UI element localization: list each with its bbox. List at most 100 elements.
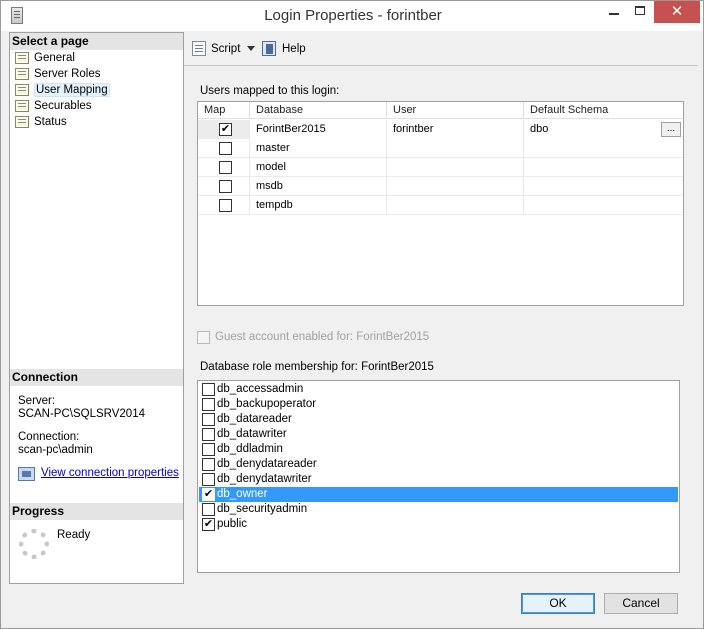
role-checkbox[interactable] — [202, 443, 215, 456]
grid-header: Map Database User Default Schema — [198, 102, 683, 119]
ok-button[interactable]: OK — [521, 593, 595, 614]
role-checkbox[interactable] — [202, 398, 215, 411]
table-row[interactable]: master — [198, 139, 683, 158]
list-item[interactable]: db_denydatareader — [199, 457, 678, 472]
page-server-roles[interactable]: Server Roles — [14, 66, 100, 82]
page-label: General — [34, 52, 75, 64]
guest-account-checkbox — [197, 331, 210, 344]
list-item[interactable]: db_datawriter — [199, 427, 678, 442]
page-label: User Mapping — [34, 83, 110, 97]
map-cell — [198, 177, 250, 196]
maximize-button[interactable] — [625, 1, 655, 23]
browse-schema-button[interactable]: ... — [661, 122, 681, 137]
map-cell — [198, 196, 250, 215]
page-general[interactable]: General — [14, 50, 75, 66]
role-name: db_accessadmin — [217, 383, 304, 395]
role-name: public — [217, 518, 248, 530]
col-default-schema[interactable]: Default Schema — [524, 102, 683, 119]
progress-header: Progress — [10, 503, 183, 520]
table-row[interactable]: model — [198, 158, 683, 177]
page-user-mapping[interactable]: User Mapping — [14, 82, 110, 98]
user-mapping-grid: Map Database User Default Schema ✔ Forin… — [197, 101, 684, 306]
left-panel: Select a page General Server Roles User … — [9, 32, 184, 584]
list-item[interactable]: db_accessadmin — [199, 382, 678, 397]
page-label: Server Roles — [34, 68, 101, 80]
role-name: db_ddladmin — [217, 443, 283, 455]
schema-cell[interactable]: dbo — [524, 120, 683, 139]
guest-account-label: Guest account enabled for: ForintBer2015 — [215, 331, 430, 343]
role-checkbox[interactable] — [202, 413, 215, 426]
col-database[interactable]: Database — [250, 102, 387, 119]
dialog-footer: OK Cancel — [1, 584, 703, 628]
map-checkbox[interactable]: ✔ — [219, 123, 232, 136]
list-item[interactable]: db_datareader — [199, 412, 678, 427]
login-properties-window: Login Properties - forintber ✕ Select a … — [0, 0, 704, 629]
list-item[interactable]: ✔ public — [199, 517, 678, 532]
schema-cell[interactable] — [524, 158, 683, 177]
schema-cell[interactable] — [524, 177, 683, 196]
map-checkbox[interactable] — [219, 142, 232, 155]
table-row[interactable]: ✔ ForintBer2015 forintber dbo ... — [198, 120, 683, 139]
page-wrench-icon — [15, 68, 29, 80]
view-connection-properties-link[interactable]: View connection properties — [41, 467, 179, 479]
map-checkbox[interactable] — [219, 161, 232, 174]
role-name: db_datawriter — [217, 428, 287, 440]
database-cell: tempdb — [250, 196, 387, 215]
map-checkbox[interactable] — [219, 199, 232, 212]
progress-status: Ready — [57, 529, 91, 541]
schema-cell[interactable] — [524, 139, 683, 158]
toolbar: Script Help — [184, 32, 698, 65]
role-name: db_denydatareader — [217, 458, 317, 470]
connection-header: Connection — [10, 369, 183, 386]
role-checkbox[interactable] — [202, 503, 215, 516]
map-cell — [198, 139, 250, 158]
close-button[interactable]: ✕ — [654, 1, 700, 23]
user-cell[interactable] — [387, 158, 524, 177]
title-bar: Login Properties - forintber ✕ — [1, 1, 703, 31]
progress-spinner-icon — [19, 529, 49, 559]
connection-label: Connection: — [18, 431, 80, 443]
server-label: Server: — [18, 395, 56, 407]
map-checkbox[interactable] — [219, 180, 232, 193]
script-dropdown-arrow-icon[interactable] — [247, 46, 255, 51]
database-cell: ForintBer2015 — [250, 120, 387, 139]
script-icon — [192, 41, 206, 56]
cancel-button[interactable]: Cancel — [604, 593, 678, 614]
page-securables[interactable]: Securables — [14, 98, 92, 114]
role-name: db_denydatawriter — [217, 473, 312, 485]
database-cell: msdb — [250, 177, 387, 196]
user-cell[interactable] — [387, 139, 524, 158]
user-cell[interactable]: forintber — [387, 120, 524, 139]
role-membership-list: db_accessadmin db_backupoperator db_data… — [197, 380, 680, 573]
role-checkbox[interactable]: ✔ — [202, 488, 215, 501]
list-item[interactable]: db_backupoperator — [199, 397, 678, 412]
server-value: SCAN-PC\SQLSRV2014 — [18, 408, 145, 420]
user-cell[interactable] — [387, 196, 524, 215]
page-status[interactable]: Status — [14, 114, 67, 130]
database-cell: model — [250, 158, 387, 177]
col-map[interactable]: Map — [198, 102, 250, 119]
connection-properties-icon — [18, 467, 35, 481]
map-cell: ✔ — [198, 120, 250, 139]
role-name: db_datareader — [217, 413, 292, 425]
schema-cell[interactable] — [524, 196, 683, 215]
col-user[interactable]: User — [387, 102, 524, 119]
users-mapped-label: Users mapped to this login: — [200, 85, 340, 97]
list-item[interactable]: db_denydatawriter — [199, 472, 678, 487]
role-checkbox[interactable] — [202, 383, 215, 396]
role-checkbox[interactable] — [202, 458, 215, 471]
page-label: Status — [34, 116, 67, 128]
role-checkbox[interactable] — [202, 428, 215, 441]
help-label: Help — [282, 43, 306, 55]
user-cell[interactable] — [387, 177, 524, 196]
help-button[interactable]: Help — [262, 40, 312, 58]
list-item[interactable]: db_securityadmin — [199, 502, 678, 517]
list-item[interactable]: db_ddladmin — [199, 442, 678, 457]
table-row[interactable]: tempdb — [198, 196, 683, 215]
role-membership-label: Database role membership for: ForintBer2… — [200, 361, 434, 373]
list-item[interactable]: ✔ db_owner — [199, 487, 678, 502]
role-name: db_owner — [217, 488, 268, 500]
role-checkbox[interactable] — [202, 473, 215, 486]
table-row[interactable]: msdb — [198, 177, 683, 196]
role-checkbox[interactable]: ✔ — [202, 518, 215, 531]
